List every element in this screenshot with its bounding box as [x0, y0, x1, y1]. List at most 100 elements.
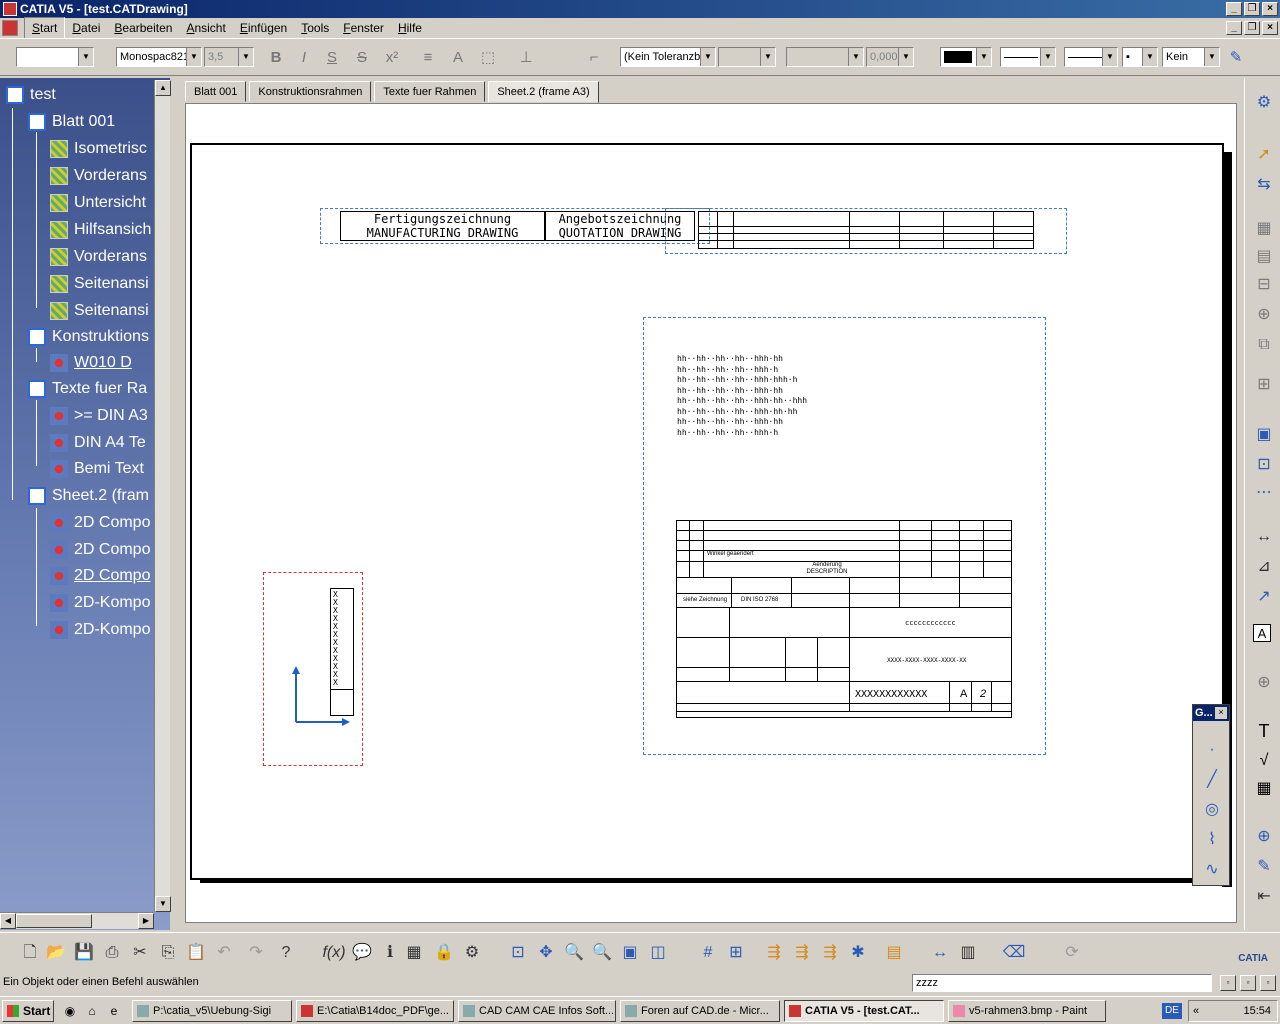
text-frame-icon[interactable]: A: [1253, 624, 1271, 642]
fit-all-icon[interactable]: ⊡: [506, 941, 530, 965]
tab-blatt-001[interactable]: Blatt 001: [185, 81, 247, 102]
tree-item-sheet[interactable]: Sheet.2 (fram: [28, 485, 149, 507]
tolerance-icon[interactable]: ⌐: [582, 47, 606, 69]
restore-button[interactable]: ❐: [1244, 2, 1260, 16]
sheet-background-icon[interactable]: ▤: [882, 941, 906, 965]
update-icon[interactable]: ⇶: [762, 941, 786, 965]
zoom-area-icon[interactable]: ▣: [618, 941, 642, 965]
redo-icon[interactable]: ↷: [244, 941, 268, 965]
tree-item-component[interactable]: Bemi Text: [50, 458, 144, 480]
scroll-left-icon[interactable]: ◀: [0, 913, 16, 929]
precision-combo[interactable]: ▼: [786, 47, 864, 67]
tolerance-value-combo[interactable]: 0,000 ▼: [866, 47, 914, 67]
new-document-icon[interactable]: 🗋: [18, 941, 42, 965]
language-indicator[interactable]: DE: [1162, 1003, 1182, 1019]
superscript-button[interactable]: x²: [380, 47, 404, 69]
taskbar-item-browser[interactable]: CAD CAM CAE Infos Soft...: [458, 1000, 616, 1022]
tree-item-sheet[interactable]: Konstruktions: [28, 326, 149, 348]
align-icon[interactable]: ≡: [416, 47, 440, 69]
command-history-icon[interactable]: ▫: [1220, 975, 1236, 991]
grid-icon[interactable]: ⊡: [1253, 454, 1275, 476]
axis-icon[interactable]: ⊕: [1253, 826, 1275, 848]
doc-close-button[interactable]: ×: [1262, 21, 1278, 35]
font-name-combo[interactable]: Monospac821 ▼: [116, 47, 202, 67]
taskbar-item-explorer[interactable]: P:\catia_v5\Uebung-Sigi: [132, 1000, 292, 1022]
point-icon[interactable]: ·: [1201, 739, 1223, 761]
frame-icon[interactable]: ⬚: [476, 47, 500, 69]
refresh-icon[interactable]: ⟳: [1060, 941, 1084, 965]
menu-ansicht[interactable]: Ansicht: [179, 18, 232, 38]
tolerance-type-combo[interactable]: ▼: [718, 47, 776, 67]
generate-icon[interactable]: ⇶: [790, 941, 814, 965]
line-icon[interactable]: ╱: [1201, 769, 1223, 791]
table-icon[interactable]: ▦: [1253, 778, 1275, 800]
font-size-combo[interactable]: 3,5 ▼: [204, 47, 254, 67]
pan-icon[interactable]: ✥: [534, 941, 558, 965]
workbench-icon[interactable]: ⚙: [1253, 92, 1275, 114]
formula-icon[interactable]: f(x): [322, 941, 346, 965]
linetype-combo[interactable]: ▼: [1000, 47, 1056, 67]
doc-restore-button[interactable]: ❐: [1244, 21, 1260, 35]
tree-item-view[interactable]: Hilfsansich: [50, 219, 151, 241]
tab-texte-fuer-rahmen[interactable]: Texte fuer Rahmen: [374, 81, 486, 102]
menu-fenster[interactable]: Fenster: [336, 18, 391, 38]
tree-item-sheet[interactable]: Texte fuer Ra: [28, 378, 147, 400]
tree-item-component[interactable]: 2D-Kompo: [50, 619, 150, 641]
roughness-icon[interactable]: √: [1253, 750, 1275, 772]
command-clear-icon[interactable]: ▫: [1240, 975, 1256, 991]
dimension-icon[interactable]: ↔: [1253, 526, 1275, 548]
bold-button[interactable]: B: [264, 47, 288, 69]
tree-item-view[interactable]: Vorderans: [50, 165, 147, 187]
tree-item-component[interactable]: 2D-Kompo: [50, 592, 150, 614]
palette-close-icon[interactable]: ×: [1215, 707, 1227, 719]
ie-icon[interactable]: e: [106, 1003, 122, 1019]
tree-item-view[interactable]: Seitenansi: [50, 273, 149, 295]
dimension-icon[interactable]: ⊥: [514, 47, 538, 69]
painter-icon[interactable]: ✎: [1224, 47, 1248, 69]
menu-start[interactable]: Start: [24, 17, 66, 39]
new-view-icon[interactable]: ▣: [1253, 424, 1275, 446]
profile-icon[interactable]: ⌇: [1201, 829, 1223, 851]
view-projection-icon[interactable]: ▤: [1253, 246, 1275, 268]
comment-icon[interactable]: 💬: [350, 941, 374, 965]
tree-item-component[interactable]: W010 D: [50, 352, 132, 374]
catalog-icon[interactable]: ▥: [956, 941, 980, 965]
analysis-icon[interactable]: ⚙: [460, 941, 484, 965]
minimize-button[interactable]: _: [1226, 2, 1242, 16]
point-combo[interactable]: ▪ ▼: [1122, 47, 1158, 67]
zoom-out-icon[interactable]: 🔍: [590, 941, 614, 965]
style-combo[interactable]: ▼: [16, 47, 94, 67]
tree-vertical-scrollbar[interactable]: ▲ ▼: [154, 80, 171, 912]
scroll-thumb[interactable]: [16, 914, 92, 928]
view-wizard-icon[interactable]: ⊞: [1253, 374, 1275, 396]
snap-icon[interactable]: ⊞: [724, 941, 748, 965]
taskbar-item-browser[interactable]: Foren auf CAD.de - Micr...: [620, 1000, 780, 1022]
fill-icon[interactable]: ✎: [1253, 856, 1275, 878]
command-input[interactable]: zzzz: [912, 974, 1212, 992]
text-frame-icon[interactable]: A: [446, 47, 470, 69]
start-button[interactable]: Start: [2, 1000, 54, 1022]
open-icon[interactable]: 📂: [44, 941, 68, 965]
menu-bearbeiten[interactable]: Bearbeiten: [107, 18, 179, 38]
zoom-in-icon[interactable]: 🔍: [562, 941, 586, 965]
taskbar-item-paint[interactable]: v5-rahmen3.bmp - Paint: [948, 1000, 1106, 1022]
tree-item-component[interactable]: 2D Compo: [50, 512, 150, 534]
view-clip-icon[interactable]: ⧉: [1253, 334, 1275, 356]
sheet-icon[interactable]: ⇆: [1253, 174, 1275, 196]
doc-minimize-button[interactable]: _: [1226, 21, 1242, 35]
tree-item-component[interactable]: 2D Compo: [50, 539, 150, 561]
knowledge-icon[interactable]: ℹ: [378, 941, 402, 965]
tree-item-view[interactable]: Seitenansi: [50, 300, 149, 322]
copy-icon[interactable]: ⎘: [156, 941, 180, 965]
analyze-icon[interactable]: ✱: [846, 941, 870, 965]
pattern-combo[interactable]: Kein ▼: [1162, 47, 1220, 67]
text-icon[interactable]: T: [1253, 720, 1275, 742]
tree-item-view[interactable]: Untersicht: [50, 192, 146, 214]
underline-button[interactable]: S: [320, 47, 344, 69]
dimension-angle-icon[interactable]: ⊿: [1253, 556, 1275, 578]
scroll-down-icon[interactable]: ▼: [155, 896, 171, 912]
lineweight-combo[interactable]: ▼: [1064, 47, 1118, 67]
menu-datei[interactable]: Datei: [65, 18, 107, 38]
strikethrough-button[interactable]: S: [350, 47, 374, 69]
dimension-tools-icon[interactable]: ↔: [928, 941, 952, 965]
